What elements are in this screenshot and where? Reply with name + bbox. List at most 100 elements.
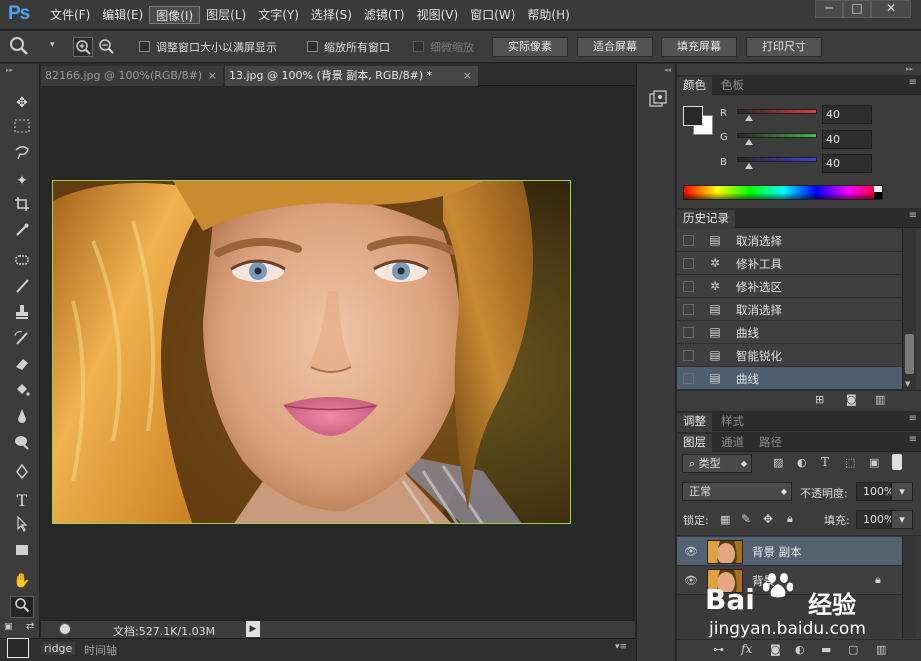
magic-wand-tool-icon[interactable]: ✦ (10, 170, 34, 192)
tab-timeline[interactable]: 时间轴 (84, 642, 117, 658)
clone-stamp-tool-icon[interactable] (10, 304, 34, 326)
swap-colors-icon[interactable]: ⇄ (26, 621, 34, 632)
lock-transparent-icon[interactable]: ▦ (720, 513, 730, 526)
layers-scrollbar[interactable] (902, 536, 916, 638)
history-item[interactable]: ▤ 智能锐化 (677, 344, 902, 367)
history-item-selected[interactable]: ▤ 曲线 (677, 367, 902, 390)
fill-screen-button[interactable]: 填充屏幕 (661, 37, 737, 57)
fx-icon[interactable]: fx (741, 642, 752, 656)
blend-mode-dropdown[interactable]: 正常 ◆ (682, 482, 792, 501)
panel-collapse-icon[interactable]: ▸▸ (906, 65, 913, 73)
layer-row[interactable]: 👁︎ 背景 副本 (677, 537, 902, 566)
paint-bucket-tool-icon[interactable] (10, 382, 34, 404)
close-icon[interactable]: × (208, 66, 217, 85)
filter-pixel-icon[interactable]: ▨ (773, 456, 783, 469)
eraser-tool-icon[interactable] (10, 356, 34, 378)
panel-menu-icon[interactable]: ≡ (909, 77, 917, 88)
new-document-from-state-icon[interactable]: ⊞ (815, 393, 824, 406)
layer-name[interactable]: 背景 (752, 573, 775, 589)
close-button[interactable]: ✕ (871, 0, 911, 18)
filter-shape-icon[interactable]: ⬚ (845, 456, 855, 469)
tab-layers[interactable]: 图层 (677, 434, 712, 452)
canvas-area[interactable] (41, 87, 635, 620)
tab-swatches[interactable]: 色板 (715, 77, 750, 95)
maximize-button[interactable]: □ (843, 0, 871, 18)
default-colors-icon[interactable]: ▣ (4, 622, 13, 632)
history-item[interactable]: ▤ 取消选择 (677, 298, 902, 321)
link-icon[interactable]: ⊶ (713, 643, 724, 656)
zoom-in-icon[interactable] (73, 37, 93, 57)
adjustment-icon[interactable]: ◐ (795, 643, 805, 656)
channel-b-slider[interactable] (737, 157, 817, 162)
scrollbar-thumb[interactable] (905, 334, 914, 374)
eye-icon[interactable]: 👁︎ (684, 574, 698, 587)
channel-b-input[interactable]: 40 (822, 154, 872, 173)
channel-r-thumb[interactable] (745, 115, 753, 121)
menu-select[interactable]: 选择(S) (305, 6, 358, 24)
history-item[interactable]: ▤ 取消选择 (677, 229, 902, 252)
layer-row[interactable]: 👁︎ 背景 🔒︎ (677, 566, 902, 595)
history-brush-tool-icon[interactable] (10, 330, 34, 352)
toolbar-collapse-icon[interactable]: ▸▸ (6, 66, 13, 74)
history-item[interactable]: ✲ 修补选区 (677, 275, 902, 298)
tab-paths[interactable]: 路径 (753, 434, 788, 452)
history-snapshot-checkbox[interactable] (683, 281, 694, 292)
pen-tool-icon[interactable] (10, 463, 34, 486)
zoom-tool-icon[interactable] (8, 35, 30, 62)
tool-preset-dropdown-icon[interactable]: ▾ (50, 40, 55, 50)
new-layer-icon[interactable]: ▢ (848, 643, 858, 656)
panel-menu-icon[interactable]: ≡ (909, 434, 917, 445)
color-spectrum-bar[interactable] (683, 185, 883, 200)
menu-type[interactable]: 文字(Y) (252, 6, 305, 24)
opacity-input[interactable]: 100% (856, 482, 894, 501)
eye-icon[interactable]: 👁︎ (684, 545, 698, 558)
hand-tool-icon[interactable]: ✋ (10, 570, 34, 592)
filter-toggle-icon[interactable] (892, 454, 902, 470)
blur-tool-icon[interactable] (10, 408, 34, 430)
panel-menu-icon[interactable]: ≡ (909, 210, 917, 221)
status-menu-arrow-icon[interactable]: ▶ (246, 621, 260, 637)
menu-view[interactable]: 视图(V) (411, 6, 465, 24)
menu-help[interactable]: 帮助(H) (521, 6, 575, 24)
menu-file[interactable]: 文件(F) (44, 6, 96, 24)
history-panel-icon[interactable] (647, 89, 669, 111)
tab-adjustments[interactable]: 调整 (677, 413, 712, 431)
lock-position-icon[interactable]: ✥ (763, 512, 773, 526)
menu-image[interactable]: 图像(I) (149, 6, 201, 24)
scroll-down-icon[interactable]: ▼ (905, 380, 910, 388)
marquee-tool-icon[interactable] (10, 118, 34, 140)
channel-r-slider[interactable] (737, 109, 817, 114)
history-scrollbar[interactable]: ▼ (902, 229, 916, 390)
zoom-tool-icon[interactable] (10, 596, 34, 618)
opacity-dropdown-icon[interactable]: ▾ (891, 482, 913, 501)
brush-tool-icon[interactable] (10, 278, 34, 300)
channel-g-thumb[interactable] (745, 139, 753, 145)
close-icon[interactable]: × (463, 66, 472, 85)
fill-dropdown-icon[interactable]: ▾ (891, 510, 913, 529)
lock-image-icon[interactable]: ✎ (741, 512, 751, 526)
channel-b-thumb[interactable] (745, 163, 753, 169)
panel-menu-icon[interactable]: ▾≡ (615, 642, 627, 652)
history-item[interactable]: ✲ 修补工具 (677, 252, 902, 275)
tab-mini-bridge[interactable]: ridge (41, 642, 76, 655)
minimize-button[interactable]: ─ (815, 0, 843, 18)
fill-input[interactable]: 100% (856, 510, 894, 529)
history-snapshot-checkbox[interactable] (683, 258, 694, 269)
print-size-button[interactable]: 打印尺寸 (746, 37, 822, 57)
camera-snapshot-icon[interactable]: ◙ (846, 393, 857, 406)
document-status-icon[interactable] (59, 623, 71, 635)
trash-icon[interactable]: ▥ (876, 643, 886, 656)
filter-type-icon[interactable]: T (821, 455, 829, 469)
rectangle-tool-icon[interactable] (10, 542, 34, 564)
channel-r-input[interactable]: 40 (822, 105, 872, 124)
crop-tool-icon[interactable] (10, 196, 34, 218)
filter-smart-object-icon[interactable]: ▣ (869, 456, 879, 469)
foreground-color-swatch[interactable] (7, 638, 29, 658)
panel-menu-icon[interactable]: ≡ (909, 413, 917, 424)
tab-channels[interactable]: 通道 (715, 434, 750, 452)
document-image[interactable] (52, 180, 571, 524)
lasso-tool-icon[interactable] (10, 144, 34, 166)
dock-collapse-icon[interactable]: ◂◂ (664, 66, 671, 74)
move-tool-icon[interactable]: ✥ (10, 92, 34, 114)
channel-g-input[interactable]: 40 (822, 130, 872, 149)
